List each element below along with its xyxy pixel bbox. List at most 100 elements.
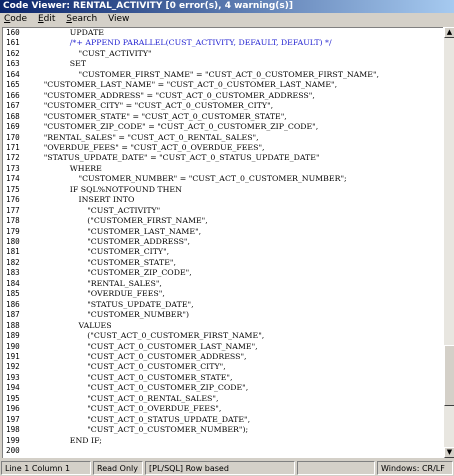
line-number: 187: [6, 310, 20, 320]
code-text: ("CUSTOMER_FIRST_NAME",: [87, 216, 208, 226]
code-line: 193 "CUST_ACT_0_CUSTOMER_STATE",: [3, 373, 443, 383]
code-line: 167 "CUSTOMER_CITY" = "CUST_ACT_0_CUSTOME…: [3, 101, 443, 111]
code-text: "CUSTOMER_LAST_NAME",: [87, 226, 202, 236]
line-number: 165: [6, 80, 20, 90]
code-line: 185 "OVERDUE_FEES",: [3, 289, 443, 299]
code-line: 180 "CUSTOMER_ADDRESS",: [3, 237, 443, 247]
code-line: 187 "CUSTOMER_NUMBER"): [3, 310, 443, 320]
line-number: 167: [6, 101, 20, 111]
code-text: "CUST_ACTIVITY": [87, 205, 161, 215]
window-title-bar[interactable]: Code Viewer: RENTAL_ACTIVITY [0 error(s)…: [0, 0, 454, 13]
code-text: "CUSTOMER_ADDRESS" = "CUST_ACT_0_CUSTOME…: [43, 90, 315, 100]
line-number: 183: [6, 268, 20, 278]
scroll-up-arrow-icon: ▲: [446, 28, 453, 36]
line-number: 200: [6, 446, 20, 455]
window-title: Code Viewer: RENTAL_ACTIVITY [0 error(s)…: [3, 1, 293, 11]
code-text: "RENTAL_SALES" = "CUST_ACT_0_RENTAL_SALE…: [43, 132, 259, 142]
vertical-scrollbar[interactable]: ▲ ▼: [443, 27, 454, 458]
code-line: 176 INSERT INTO: [3, 195, 443, 205]
line-number: 197: [6, 414, 20, 424]
status-empty: [297, 461, 375, 475]
code-line: 190 "CUST_ACT_0_CUSTOMER_LAST_NAME",: [3, 342, 443, 352]
line-number: 163: [6, 59, 20, 69]
code-line: 196 "CUST_ACT_0_OVERDUE_FEES",: [3, 404, 443, 414]
status-read-only: Read Only: [93, 461, 143, 475]
code-line: 172 "STATUS_UPDATE_DATE" = "CUST_ACT_0_ST…: [3, 153, 443, 163]
line-number: 184: [6, 278, 20, 288]
line-number: 171: [6, 142, 20, 152]
code-text: "RENTAL_SALES",: [87, 278, 162, 288]
code-text: END IF;: [69, 435, 102, 445]
line-number: 193: [6, 372, 20, 382]
line-number: 162: [6, 48, 20, 58]
code-text: "CUSTOMER_NUMBER"): [87, 310, 189, 320]
code-text: VALUES: [78, 320, 112, 330]
code-line: 168 "CUSTOMER_STATE" = "CUST_ACT_0_CUSTOM…: [3, 112, 443, 122]
code-viewer-window: Code Viewer: RENTAL_ACTIVITY [0 error(s)…: [0, 0, 454, 476]
code-text: "STATUS_UPDATE_DATE" = "CUST_ACT_0_STATU…: [43, 153, 320, 163]
line-number: 161: [6, 38, 20, 48]
code-text: "STATUS_UPDATE_DATE",: [87, 299, 194, 309]
line-number: 182: [6, 257, 20, 267]
line-number: 169: [6, 122, 20, 132]
code-text: "CUST_ACT_0_OVERDUE_FEES",: [87, 404, 222, 414]
code-text: "CUST_ACT_0_RENTAL_SALES",: [87, 393, 219, 403]
line-number: 173: [6, 163, 20, 173]
code-text: "CUST_ACT_0_CUSTOMER_NUMBER");: [87, 425, 249, 435]
line-number: 191: [6, 351, 20, 361]
line-number: 178: [6, 216, 20, 226]
code-line: 175 IF SQL%NOTFOUND THEN: [3, 185, 443, 195]
menu-view[interactable]: View: [105, 13, 132, 26]
code-comment: /*+ APPEND PARALLEL(CUST_ACTIVITY, DEFAU…: [69, 38, 332, 48]
code-line: 192 "CUST_ACT_0_CUSTOMER_CITY",: [3, 362, 443, 372]
menu-edit[interactable]: Edit: [35, 13, 58, 26]
line-number: 188: [6, 320, 20, 330]
code-text: "CUST_ACTIVITY": [78, 48, 152, 58]
code-line: 174 "CUSTOMER_NUMBER" = "CUST_ACT_0_CUSTO…: [3, 174, 443, 184]
line-number: 175: [6, 184, 20, 194]
line-number: 179: [6, 226, 20, 236]
code-line: 181 "CUSTOMER_CITY",: [3, 247, 443, 257]
code-line: 163 SET: [3, 59, 443, 69]
line-number: 170: [6, 132, 20, 142]
menu-code[interactable]: Code: [1, 13, 30, 26]
code-text: "CUSTOMER_NUMBER" = "CUST_ACT_0_CUSTOMER…: [78, 174, 347, 184]
code-line: 199 END IF;: [3, 436, 443, 446]
menu-search[interactable]: Search: [63, 13, 100, 26]
line-number: 174: [6, 174, 20, 184]
scroll-thumb[interactable]: [444, 345, 454, 406]
code-text: "CUSTOMER_ZIP_CODE",: [87, 268, 192, 278]
line-number: 168: [6, 111, 20, 121]
code-line: 195 "CUST_ACT_0_RENTAL_SALES",: [3, 394, 443, 404]
code-text: "CUSTOMER_ADDRESS",: [87, 237, 190, 246]
scroll-down-arrow-icon: ▼: [446, 448, 453, 456]
code-line: 197 "CUST_ACT_0_STATUS_UPDATE_DATE",: [3, 415, 443, 425]
line-number: 195: [6, 393, 20, 403]
code-line: 170 "RENTAL_SALES" = "CUST_ACT_0_RENTAL_S…: [3, 133, 443, 143]
code-text: "OVERDUE_FEES" = "CUST_ACT_0_OVERDUE_FEE…: [43, 142, 265, 152]
code-text: INSERT INTO: [78, 195, 135, 205]
code-text: "CUSTOMER_ZIP_CODE" = "CUST_ACT_0_CUSTOM…: [43, 122, 319, 132]
code-text: "CUST_ACT_0_CUSTOMER_STATE",: [87, 372, 233, 382]
status-language: [PL/SQL] Row based: [145, 461, 295, 475]
code-line: 173 WHERE: [3, 164, 443, 174]
line-number: 196: [6, 404, 20, 414]
code-line: 188 VALUES: [3, 321, 443, 331]
code-text: UPDATE: [69, 28, 104, 37]
code-line: 166 "CUSTOMER_ADDRESS" = "CUST_ACT_0_CUST…: [3, 91, 443, 101]
code-text: "CUSTOMER_STATE" = "CUST_ACT_0_CUSTOMER_…: [43, 111, 287, 121]
line-number: 190: [6, 341, 20, 351]
line-number: 185: [6, 289, 20, 299]
code-editor[interactable]: 160 UPDATE 161 /*+ APPEND PARALLEL(CUST_ACT…: [2, 27, 443, 458]
line-number: 192: [6, 362, 20, 372]
code-text: "CUST_ACT_0_CUSTOMER_ZIP_CODE",: [87, 383, 249, 393]
code-line: 183 "CUSTOMER_ZIP_CODE",: [3, 268, 443, 278]
scroll-up-button[interactable]: ▲: [444, 27, 454, 38]
code-line: 184 "RENTAL_SALES",: [3, 279, 443, 289]
code-line: 162 "CUST_ACTIVITY": [3, 49, 443, 59]
code-text: "CUSTOMER_CITY",: [87, 247, 170, 257]
code-text: "CUST_ACT_0_CUSTOMER_ADDRESS",: [87, 351, 247, 361]
code-text: "CUST_ACT_0_CUSTOMER_CITY",: [87, 362, 226, 372]
scroll-down-button[interactable]: ▼: [444, 447, 454, 458]
code-line: 191 "CUST_ACT_0_CUSTOMER_ADDRESS",: [3, 352, 443, 362]
